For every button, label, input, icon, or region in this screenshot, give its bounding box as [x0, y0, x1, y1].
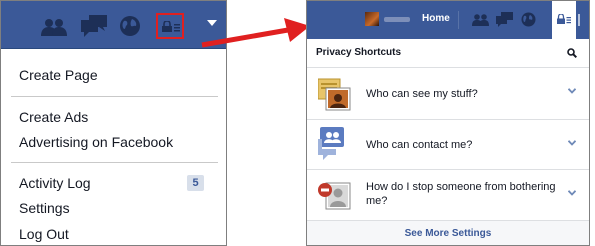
dropdown-pointer: [557, 32, 571, 39]
shortcut-who-can-contact[interactable]: Who can contact me?: [307, 120, 589, 170]
privacy-shortcuts-header: Privacy Shortcuts: [307, 39, 589, 68]
menu-item-create-ads[interactable]: Create Ads: [19, 109, 88, 125]
profile-name-redacted[interactable]: [384, 17, 410, 22]
chevron-down-icon[interactable]: [568, 140, 576, 146]
search-icon[interactable]: [567, 48, 577, 58]
block-user-icon: [318, 182, 351, 210]
messages-icon[interactable]: [81, 15, 107, 37]
lock-icon: [557, 14, 571, 24]
row-label: Who can see my stuff?: [366, 88, 478, 100]
see-more-settings-label: See More Settings: [404, 228, 492, 239]
settings-icon-partial[interactable]: [578, 14, 589, 26]
shortcut-stop-bothering[interactable]: How do I stop someone from bothering me?: [307, 170, 589, 221]
friends-icon[interactable]: [472, 14, 489, 26]
privacy-shortcuts-title: Privacy Shortcuts: [316, 47, 402, 58]
chevron-down-icon[interactable]: [568, 190, 576, 196]
menu-item-activity-log[interactable]: Activity Log: [19, 175, 91, 191]
activity-log-count-badge: 5: [187, 175, 204, 191]
lock-icon: [162, 21, 180, 32]
menu-item-settings[interactable]: Settings: [19, 200, 70, 216]
globe-icon[interactable]: [119, 15, 141, 37]
row-label: How do I stop someone from bothering me?: [366, 181, 556, 207]
row-label: Who can contact me?: [366, 139, 473, 151]
messages-icon[interactable]: [496, 12, 513, 27]
menu-divider: [11, 162, 218, 163]
menu-divider: [11, 96, 218, 97]
privacy-shortcuts-panel: Home Privacy Shortcuts Who can see my st…: [306, 0, 590, 246]
friends-icon[interactable]: [41, 18, 67, 36]
privacy-photo-icon: [318, 78, 351, 111]
menu-item-create-page[interactable]: Create Page: [19, 67, 98, 83]
contact-people-icon: [318, 127, 344, 160]
avatar[interactable]: [365, 12, 379, 26]
new-top-bar: Home: [307, 1, 589, 39]
menu-item-log-out[interactable]: Log Out: [19, 226, 69, 242]
globe-icon[interactable]: [521, 12, 536, 27]
privacy-lock-highlight[interactable]: [156, 13, 184, 39]
menu-item-advertising[interactable]: Advertising on Facebook: [19, 134, 173, 150]
shortcut-who-can-see[interactable]: Who can see my stuff?: [307, 68, 589, 120]
red-arrow: [201, 18, 310, 48]
see-more-settings-link[interactable]: See More Settings: [307, 221, 589, 245]
old-account-menu: Create Page Create Ads Advertising on Fa…: [0, 0, 227, 246]
old-top-bar: [1, 1, 226, 49]
home-link[interactable]: Home: [422, 13, 450, 24]
chevron-down-icon[interactable]: [568, 88, 576, 94]
topbar-divider: [458, 11, 459, 29]
